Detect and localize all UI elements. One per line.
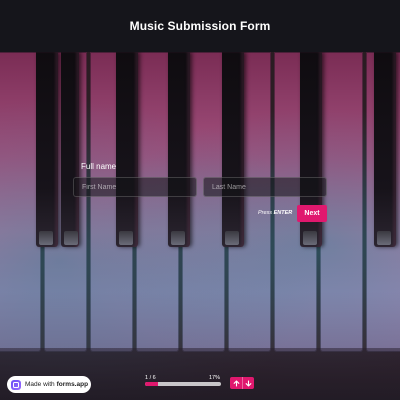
next-question-button[interactable] bbox=[242, 377, 254, 389]
arrow-down-icon bbox=[245, 379, 252, 387]
next-button[interactable]: Next bbox=[297, 205, 327, 222]
first-name-input[interactable] bbox=[73, 177, 197, 197]
last-name-input[interactable] bbox=[203, 177, 327, 197]
progress-percent: 17% bbox=[209, 375, 221, 381]
previous-question-button[interactable] bbox=[230, 377, 242, 389]
progress-bar bbox=[145, 382, 221, 386]
progress-bar-fill bbox=[145, 382, 158, 386]
press-enter-hint: Press ENTER bbox=[258, 210, 292, 216]
forms-app-logo-icon bbox=[11, 379, 21, 390]
form-header: Music Submission Form bbox=[0, 0, 400, 52]
navigation-buttons bbox=[230, 377, 254, 389]
piano-background-image bbox=[0, 52, 400, 400]
form-title: Music Submission Form bbox=[129, 19, 271, 33]
arrow-up-icon bbox=[233, 379, 239, 387]
full-name-label: Full name bbox=[81, 162, 117, 171]
made-with-brand: forms.app bbox=[56, 381, 89, 388]
made-with-badge[interactable]: Made with forms.app bbox=[7, 376, 91, 393]
made-with-text: Made with bbox=[25, 381, 55, 388]
press-prefix: Press bbox=[258, 210, 273, 216]
progress-count: 1 / 6 bbox=[145, 375, 156, 381]
press-key: ENTER bbox=[273, 210, 293, 216]
